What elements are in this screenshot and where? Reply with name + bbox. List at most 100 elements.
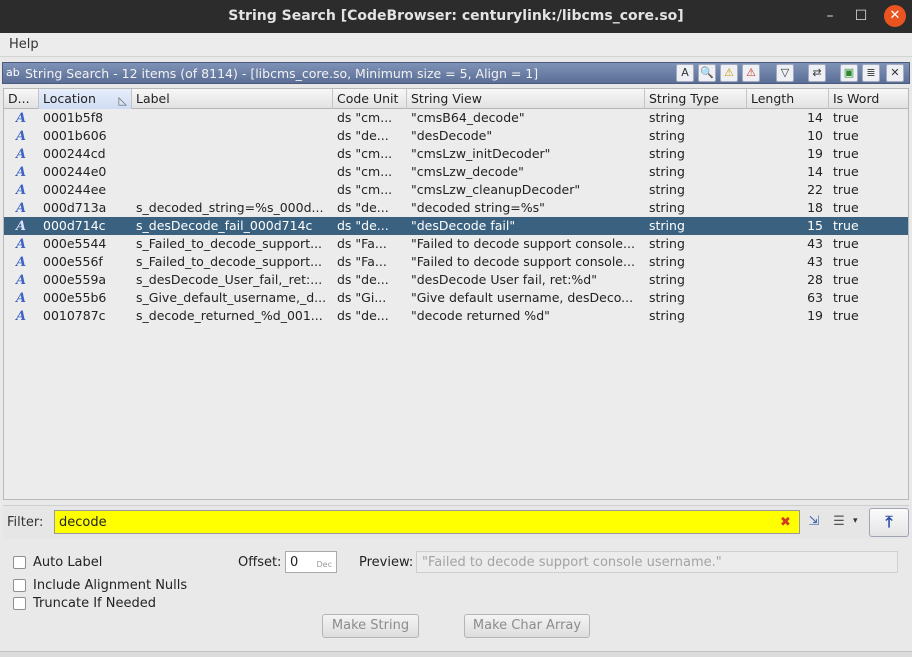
close-icon[interactable]: ✕ (884, 5, 906, 27)
string-type-icon: A (16, 219, 27, 234)
include-nulls-text: Include Alignment Nulls (33, 578, 188, 593)
cell-length: 19 (807, 308, 823, 323)
cell-length: 15 (807, 218, 823, 233)
table-row[interactable]: A 000d714c s_desDecode_fail_000d714c ds "de… (4, 217, 908, 235)
column-header-label[interactable]: Label (132, 89, 333, 109)
panel-title: String Search - 12 items (of 8114) - [li… (25, 66, 539, 81)
offset-input[interactable]: 0 Dec (285, 551, 337, 573)
table-row[interactable]: A 000e559a s_desDecode_User_fail,_ret:... d… (4, 271, 908, 289)
error-warning-icon[interactable]: ⚠ (742, 64, 760, 82)
table-options-icon[interactable]: ≣ (862, 64, 880, 82)
sort-ascending-icon: ◺ (118, 94, 127, 107)
table-row[interactable]: A 000244cd ds "cm... "cmsLzw_initDecoder" st… (4, 145, 908, 163)
show-strings-icon[interactable]: A (676, 64, 694, 82)
cell-location: 000e5544 (43, 236, 107, 251)
clear-filter-icon[interactable]: ✖ (780, 515, 791, 530)
status-bar (0, 651, 912, 657)
menu-help[interactable]: Help (9, 37, 39, 52)
close-panel-icon[interactable]: ✕ (886, 64, 904, 82)
filter-input[interactable] (54, 510, 800, 534)
table-row[interactable]: A 000244e0 ds "cm... "cmsLzw_decode" string 1… (4, 163, 908, 181)
make-selection-icon[interactable]: ▣ (840, 64, 858, 82)
cell-location: 000244cd (43, 146, 106, 161)
cell-string-view: "decode returned %d" (411, 308, 550, 323)
warning-icon[interactable]: ⚠ (720, 64, 738, 82)
filter-dropdown-icon[interactable]: ▾ (853, 516, 858, 526)
table-row[interactable]: A 000244ee ds "cm... "cmsLzw_cleanupDecoder… (4, 181, 908, 199)
column-header-location[interactable]: Location ◺ (39, 89, 132, 109)
cell-label: s_Failed_to_decode_support... (136, 236, 323, 251)
cell-location: 000244e0 (43, 164, 107, 179)
string-type-icon: A (4, 109, 39, 127)
cell-is-word: true (833, 308, 859, 323)
make-char-array-button[interactable]: Make Char Array (464, 614, 590, 638)
truncate-checkbox[interactable] (13, 597, 26, 610)
table-row[interactable]: A 0001b5f8 ds "cm... "cmsB64_decode" string 1… (4, 109, 908, 127)
cell-string-view: "desDecode User fail, ret:%d" (411, 272, 597, 287)
maximize-icon[interactable]: ☐ (850, 5, 872, 27)
cell-string-type: string (649, 236, 685, 251)
cell-location: 000e55b6 (43, 290, 107, 305)
string-type-icon: A (16, 183, 27, 198)
cell-is-word: true (833, 200, 859, 215)
cell-string-view: "cmsLzw_decode" (411, 164, 524, 179)
table-row[interactable]: A 000e55b6 s_Give_default_username,_d... ds… (4, 289, 908, 307)
minimize-icon[interactable]: – (819, 5, 841, 27)
string-type-icon: A (16, 201, 27, 216)
filter-options-icon[interactable]: ☰ (829, 512, 849, 532)
refresh-icon[interactable]: ⇄ (808, 64, 826, 82)
string-type-icon: A (4, 217, 39, 235)
cell-string-type: string (649, 218, 685, 233)
column-header-defined[interactable]: D... (4, 89, 39, 109)
filter-export-icon[interactable]: ⇲ (804, 512, 824, 532)
table-row[interactable]: A 0010787c s_decode_returned_%d_001... ds "… (4, 307, 908, 325)
string-type-icon: A (16, 273, 27, 288)
cell-label (132, 127, 333, 145)
strings-table: D... Location ◺ Label Code Unit String V… (3, 88, 909, 500)
table-row[interactable]: A 000e5544 s_Failed_to_decode_support... ds… (4, 235, 908, 253)
cell-string-type: string (649, 308, 685, 323)
cell-code-unit: ds "cm... (337, 164, 393, 179)
string-type-icon: A (4, 145, 39, 163)
cell-code-unit: ds "Fa... (337, 254, 387, 269)
scroll-to-top-button[interactable]: ⤒ (869, 508, 909, 537)
cell-length: 19 (807, 146, 823, 161)
auto-label-checkbox[interactable] (13, 556, 26, 569)
table-row[interactable]: A 0001b606 ds "de... "desDecode" string 10 tru… (4, 127, 908, 145)
table-header: D... Location ◺ Label Code Unit String V… (4, 89, 908, 109)
cell-string-view: "decoded string=%s" (411, 200, 545, 215)
string-type-icon: A (4, 127, 39, 145)
cell-code-unit: ds "cm... (337, 110, 393, 125)
column-header-length[interactable]: Length (747, 89, 829, 109)
cell-is-word: true (833, 236, 859, 251)
cell-string-type: string (649, 290, 685, 305)
cell-code-unit: ds "de... (337, 272, 389, 287)
column-header-is-word[interactable]: Is Word (829, 89, 908, 109)
cell-string-view: "desDecode fail" (411, 218, 516, 233)
table-row[interactable]: A 000e556f s_Failed_to_decode_support... ds… (4, 253, 908, 271)
cell-location: 000e559a (43, 272, 107, 287)
filter-bar: Filter: ✖ ⇲ ☰ ▾ ⤒ (3, 505, 909, 539)
cell-code-unit: ds "cm... (337, 146, 393, 161)
string-type-icon: A (16, 309, 27, 324)
include-nulls-checkbox[interactable] (13, 579, 26, 592)
cell-label: s_decode_returned_%d_001... (136, 308, 323, 323)
magnifier-icon[interactable]: 🔍 (698, 64, 716, 82)
make-string-button[interactable]: Make String (322, 614, 419, 638)
column-header-string-view[interactable]: String View (407, 89, 645, 109)
cell-code-unit: ds "de... (337, 218, 389, 233)
cell-length: 63 (807, 290, 823, 305)
cell-string-type: string (649, 110, 685, 125)
table-row[interactable]: A 000d713a s_decoded_string=%s_000d... ds "… (4, 199, 908, 217)
column-header-code-unit[interactable]: Code Unit (333, 89, 407, 109)
column-header-string-type[interactable]: String Type (645, 89, 747, 109)
cell-is-word: true (833, 254, 859, 269)
cell-is-word: true (833, 164, 859, 179)
cell-string-view: "cmsLzw_cleanupDecoder" (411, 182, 581, 197)
auto-label-text: Auto Label (33, 555, 103, 570)
filter-icon[interactable]: ▽ (776, 64, 794, 82)
preview-field: "Failed to decode support console userna… (416, 551, 898, 573)
offset-value: 0 (290, 555, 299, 570)
cell-string-view: "Give default username, desDeco... (411, 290, 634, 305)
cell-string-view: "Failed to decode support console... (411, 254, 635, 269)
